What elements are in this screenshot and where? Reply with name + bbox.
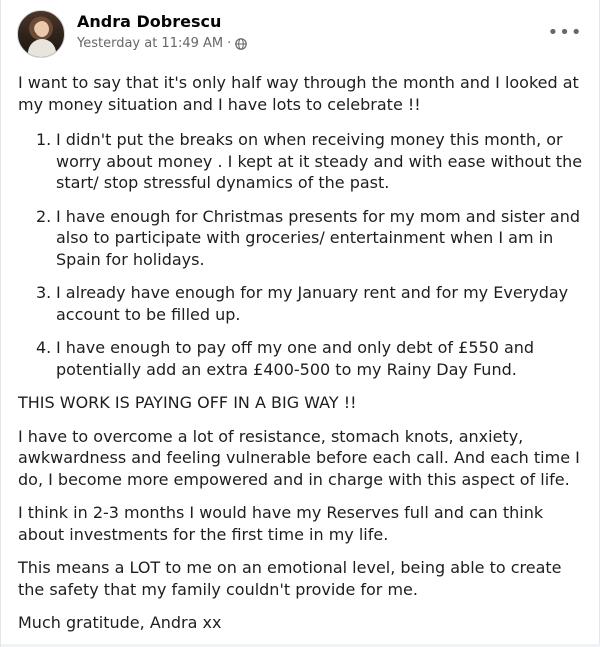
avatar-face [35, 21, 49, 37]
list-item: 1. I didn't put the breaks on when recei… [36, 129, 588, 194]
facebook-post: Andra Dobrescu Yesterday at 11:49 AM · •… [0, 0, 600, 647]
list-item-text: I have enough for Christmas presents for… [56, 206, 580, 269]
list-item-text: I already have enough for my January ren… [56, 283, 569, 324]
meta-separator: · [227, 36, 232, 51]
list-item: 3. I already have enough for my January … [36, 282, 588, 325]
post-paragraph: I have to overcome a lot of resistance, … [18, 426, 580, 489]
post-signoff: Much gratitude, Andra xx [18, 613, 222, 632]
list-item-number: 2. [36, 206, 52, 226]
gratitude-list: 1. I didn't put the breaks on when recei… [18, 129, 588, 380]
post-timestamp[interactable]: Yesterday at 11:49 AM [77, 36, 223, 51]
post-paragraph: I think in 2-3 months I would have my Re… [18, 503, 544, 544]
post-header: Andra Dobrescu Yesterday at 11:49 AM · •… [17, 10, 585, 58]
post-paragraph: This means a LOT to me on an emotional l… [18, 558, 562, 599]
post-intro: I want to say that it's only half way th… [18, 73, 579, 114]
list-item-number: 3. [36, 283, 52, 302]
list-item-number: 4. [36, 338, 52, 357]
author-name[interactable]: Andra Dobrescu [77, 12, 221, 31]
more-options-button[interactable]: ••• [548, 22, 582, 43]
list-item-text: I didn't put the breaks on when receivin… [56, 130, 583, 192]
list-item: 4. I have enough to pay off my one and o… [36, 337, 588, 380]
globe-icon[interactable] [235, 37, 248, 50]
avatar[interactable] [17, 10, 65, 58]
list-item: 2. I have enough for Christmas presents … [36, 206, 588, 271]
post-shout: THIS WORK IS PAYING OFF IN A BIG WAY !! [18, 393, 357, 412]
avatar-body-shape [28, 39, 56, 57]
list-item-text: I have enough to pay off my one and only… [56, 338, 535, 379]
list-item-number: 1. [36, 130, 52, 149]
post-meta: Yesterday at 11:49 AM · [77, 36, 248, 51]
post-content: I want to say that it's only half way th… [18, 72, 588, 646]
